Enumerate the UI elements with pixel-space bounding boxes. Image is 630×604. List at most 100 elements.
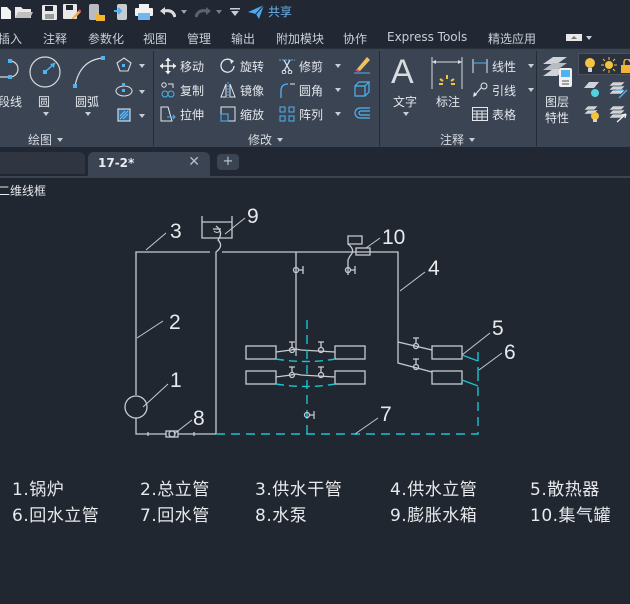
hatch-icon	[117, 108, 131, 122]
linear-dropdown-icon[interactable]	[528, 64, 535, 68]
copy-button[interactable]: 复制	[160, 81, 204, 99]
drawing-viewport[interactable]: 二维线框 1 2 3 4 5 6 7 8 9 10 1.锅炉 2.总立管 3.供…	[0, 178, 630, 604]
tab-addins[interactable]: 附加模块	[276, 30, 324, 47]
layer-freeze-icon[interactable]	[583, 105, 601, 123]
layer-iso-icon[interactable]	[583, 81, 601, 99]
array-button[interactable]: 阵列	[279, 105, 342, 123]
quick-access-toolbar: 共享	[0, 0, 630, 24]
save-icon[interactable]	[40, 3, 58, 21]
leader-dropdown-icon[interactable]	[528, 88, 535, 92]
mirror-button[interactable]: 镜像	[220, 81, 264, 99]
table-button[interactable]: 表格	[472, 105, 516, 123]
radiator-supply-branch	[275, 348, 336, 353]
trim-button[interactable]: 修剪	[279, 57, 342, 75]
layer-lock-icon	[621, 59, 630, 73]
radiator-return-branch	[461, 354, 479, 362]
layer-properties-label-1[interactable]: 图层	[545, 93, 569, 110]
offset-icon[interactable]	[354, 106, 370, 120]
new-icon[interactable]	[0, 3, 12, 21]
share-icon	[248, 4, 264, 19]
circle-button[interactable]: 圆	[38, 93, 50, 110]
stretch-button[interactable]: 拉伸	[160, 105, 204, 123]
share-button[interactable]: 共享	[248, 3, 292, 20]
callout-5: 5	[492, 317, 504, 340]
erase-icon[interactable]	[353, 56, 371, 74]
open-icon[interactable]	[14, 3, 34, 21]
rotate-button[interactable]: 旋转	[220, 57, 264, 75]
legend-item: 9.膨胀水箱	[390, 506, 478, 526]
document-tabs: 17-2* ✕ +	[0, 148, 630, 176]
layer-walk-icon[interactable]	[608, 81, 628, 99]
layer-properties-icon	[543, 57, 572, 87]
undo-dropdown-icon[interactable]	[180, 3, 188, 21]
move-button[interactable]: 移动	[160, 57, 204, 75]
radiator	[431, 345, 463, 360]
tab-express-tools[interactable]: Express Tools	[387, 30, 467, 44]
tab-output[interactable]: 输出	[231, 30, 255, 47]
text-dropdown-icon[interactable]	[403, 112, 409, 116]
text-button[interactable]: 文字	[393, 93, 417, 110]
legend-item: 3.供水干管	[255, 480, 343, 500]
polyline-button[interactable]: 段线	[0, 93, 22, 110]
valve-handle	[289, 341, 295, 348]
array-dropdown-icon[interactable]	[335, 112, 342, 116]
undo-icon[interactable]	[160, 3, 176, 21]
tab-annotate[interactable]: 注释	[43, 30, 67, 47]
return-valve	[303, 411, 315, 419]
modify-panel-title[interactable]: 修改	[248, 131, 284, 148]
tab-insert[interactable]: 插入	[0, 30, 22, 47]
leader-3	[145, 232, 167, 251]
valve-handle	[289, 366, 295, 373]
supply-riser-pipe	[352, 251, 399, 346]
new-tab-button[interactable]: +	[217, 154, 239, 170]
callout-7: 7	[380, 403, 392, 426]
linear-button[interactable]: 线性	[472, 57, 535, 75]
arc-icon	[73, 56, 105, 88]
ribbon-minimize-button[interactable]	[566, 34, 582, 41]
scale-button[interactable]: 缩放	[220, 105, 264, 123]
layer-dropdown[interactable]	[578, 53, 630, 75]
trim-dropdown-icon[interactable]	[335, 64, 342, 68]
arc-dropdown-icon[interactable]	[85, 112, 91, 116]
callout-leaders	[136, 217, 503, 435]
tank-water-level	[213, 230, 221, 233]
print-icon[interactable]	[134, 3, 154, 21]
layer-match-icon[interactable]	[608, 105, 628, 123]
scale-icon	[220, 106, 236, 122]
callout-4: 4	[428, 257, 440, 280]
ribbon-minimize-dropdown-icon[interactable]	[586, 36, 592, 40]
tab-view[interactable]: 视图	[143, 30, 167, 47]
polygon-icon	[116, 57, 132, 72]
annotation-panel-title[interactable]: 注释	[440, 131, 476, 148]
tab-collaborate[interactable]: 协作	[343, 30, 367, 47]
arc-button[interactable]: 圆弧	[75, 93, 99, 110]
3d-box-icon[interactable]	[354, 81, 370, 97]
copy-icon	[161, 82, 175, 98]
doc-tab-active[interactable]: 17-2* ✕	[88, 152, 210, 176]
tab-manage[interactable]: 管理	[187, 30, 211, 47]
fillet-dropdown-icon[interactable]	[335, 88, 342, 92]
doc-tab-previous[interactable]	[0, 152, 85, 174]
polygon-dropdown-icon[interactable]	[139, 64, 145, 68]
leader-button[interactable]: 引线	[472, 81, 535, 99]
hatch-dropdown-icon[interactable]	[139, 114, 145, 118]
draw-panel-title[interactable]: 绘图	[28, 131, 64, 148]
layer-properties-label-2[interactable]: 特性	[545, 109, 569, 126]
return-pipe-boiler	[135, 418, 166, 435]
redo-icon[interactable]	[195, 3, 211, 21]
customize-icon[interactable]	[229, 3, 241, 21]
circle-dropdown-icon[interactable]	[43, 112, 49, 116]
tab-featured-apps[interactable]: 精选应用	[488, 30, 536, 47]
save-as-icon[interactable]	[62, 3, 82, 21]
fillet-button[interactable]: 圆角	[279, 81, 342, 99]
close-icon[interactable]: ✕	[188, 154, 200, 170]
tab-parametric[interactable]: 参数化	[88, 30, 124, 47]
air-collector-top	[347, 235, 363, 245]
leader-9	[224, 217, 246, 235]
open-from-web-icon[interactable]	[88, 3, 106, 21]
save-to-web-icon[interactable]	[112, 3, 130, 21]
dimension-button[interactable]: 标注	[436, 93, 460, 110]
redo-dropdown-icon[interactable]	[215, 3, 223, 21]
valve-handle	[309, 411, 315, 419]
ellipse-dropdown-icon[interactable]	[139, 90, 145, 94]
